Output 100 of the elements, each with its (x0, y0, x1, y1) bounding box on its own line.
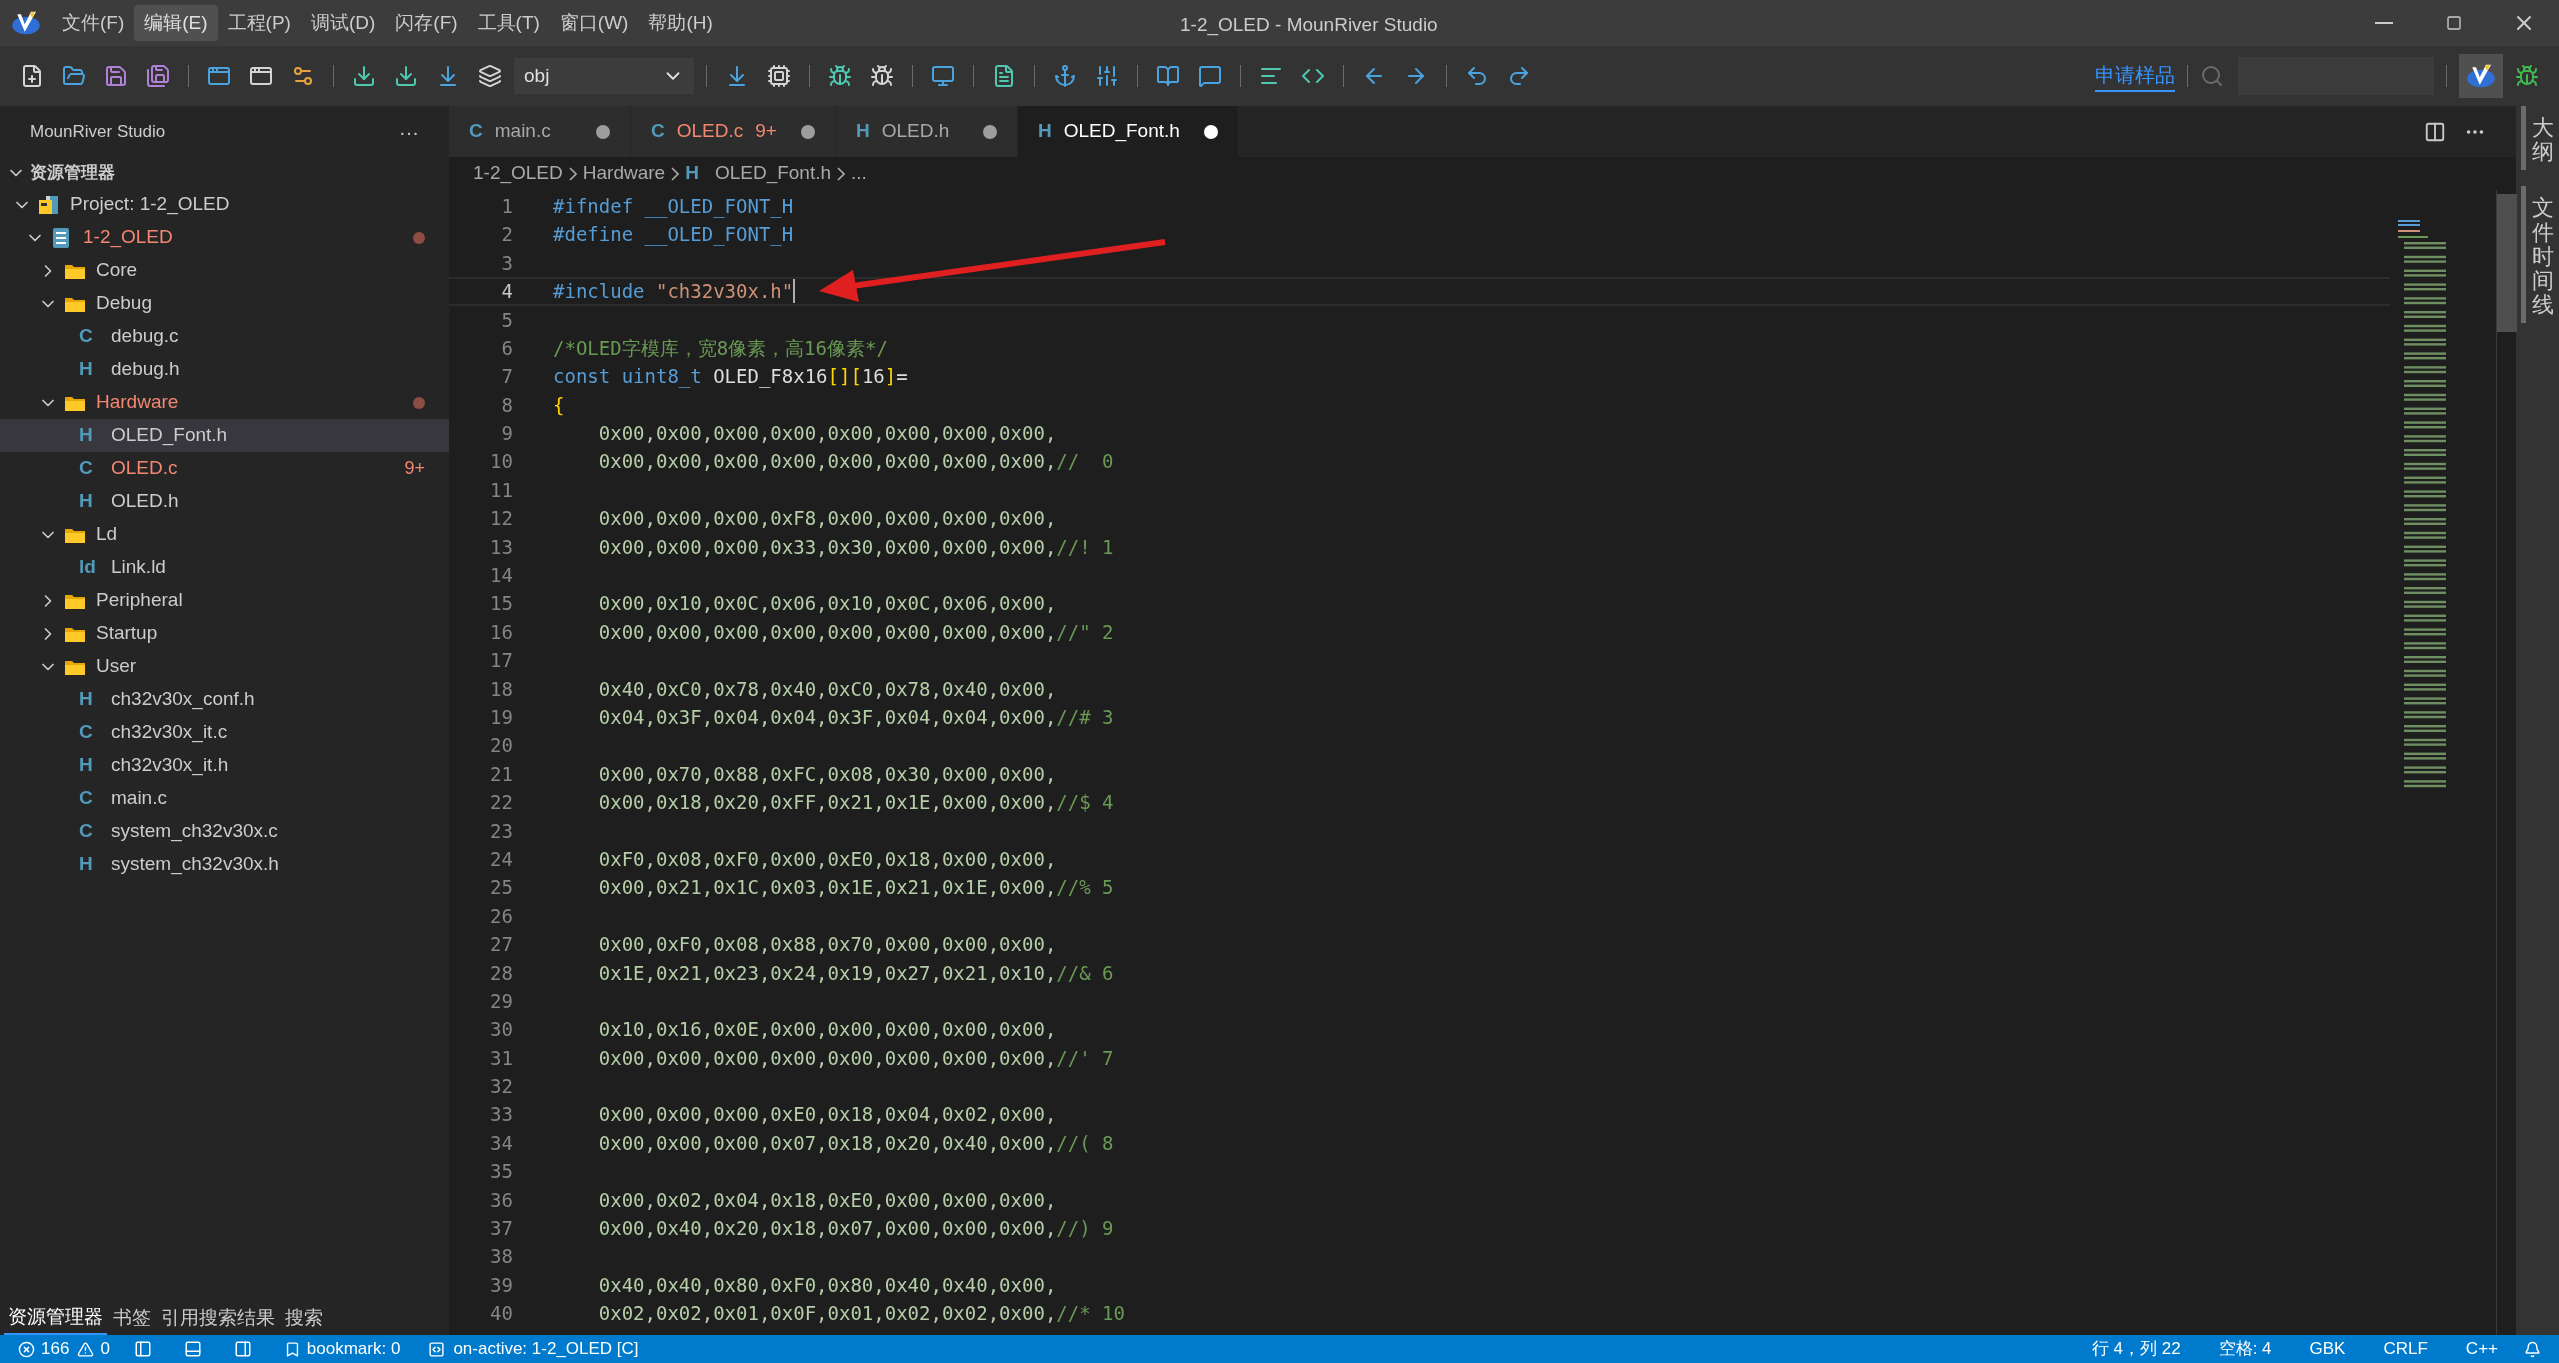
line-number: 30 (489, 1017, 513, 1043)
file-type-icon: H (79, 685, 93, 714)
editor-tab[interactable]: C OLED.c 9+ (631, 106, 836, 157)
editor-tab[interactable]: H OLED.h (835, 106, 1018, 157)
file-item[interactable]: C ch32v30x_it.c (0, 716, 449, 749)
status-item[interactable]: GBK (2297, 1336, 2358, 1362)
folder-item[interactable]: Project: 1-2_OLED (0, 188, 449, 221)
status-item[interactable]: CRLF (2371, 1336, 2440, 1362)
line-number: 38 (489, 1244, 513, 1270)
panel-right-icon[interactable] (233, 1340, 252, 1358)
file-type-icon: H (79, 487, 93, 516)
warning-count[interactable]: 0 (100, 1336, 110, 1362)
line-number: 1 (500, 193, 513, 219)
file-item[interactable]: C OLED.c 9+ (0, 452, 449, 485)
panel-tab[interactable]: 搜索 (281, 1301, 327, 1335)
folder-item[interactable]: Debug (0, 287, 449, 320)
project-icon (38, 194, 60, 215)
line-number: 29 (489, 988, 513, 1014)
folder-item[interactable]: Peripheral (0, 584, 449, 617)
code-line: 0x00,0x00,0x00,0x07,0x18,0x20,0x40,0x00,//( 8 (597, 1130, 1114, 1156)
breadcrumb-item[interactable]: 1-2_OLED (473, 159, 563, 188)
status-item[interactable]: 空格: 4 (2206, 1336, 2284, 1362)
menu-item[interactable]: 帮助(H) (638, 5, 723, 41)
file-item[interactable]: H OLED.h (0, 485, 449, 518)
menu-item[interactable]: 调试(D) (300, 5, 386, 41)
line-number: 32 (489, 1074, 513, 1100)
code-line: 0x00,0x00,0x00,0x00,0x00,0x00,0x00,0x00,//" 2 (597, 619, 1114, 645)
file-item[interactable]: C main.c (0, 782, 449, 815)
file-item[interactable]: H ch32v30x_it.h (0, 749, 449, 782)
breadcrumb-more[interactable]: ... (851, 159, 867, 188)
line-number: 35 (489, 1159, 513, 1185)
panel-bottom-icon[interactable] (183, 1340, 202, 1358)
panel-tab[interactable]: 书签 (109, 1301, 155, 1335)
folder-item[interactable]: Hardware (0, 386, 449, 419)
panel-left-icon[interactable] (133, 1340, 152, 1358)
code-line: 0x00,0x00,0x00,0x00,0x00,0x00,0x00,0x00,// 0 (597, 449, 1114, 475)
line-number: 7 (500, 364, 513, 390)
code-line: 0x00,0x00,0x00,0xF8,0x00,0x00,0x00,0x00, (597, 506, 1057, 532)
sample-link[interactable]: 申请样品 (2095, 60, 2175, 92)
section-header[interactable]: 资源管理器 (0, 157, 449, 188)
code-line: 0x00,0x21,0x1C,0x03,0x1E,0x21,0x1E,0x00,//% 5 (597, 875, 1114, 901)
status-item[interactable]: C++ (2453, 1336, 2510, 1362)
panel-tab[interactable]: 引用搜索结果 (157, 1301, 279, 1335)
line-number: 26 (489, 903, 513, 929)
scrollbar-thumb[interactable] (2497, 194, 2517, 332)
code-line: 0x00,0x18,0x20,0xFF,0x21,0x1E,0x00,0x00,//$ 4 (597, 790, 1114, 816)
menu-item[interactable]: 闪存(F) (385, 5, 468, 41)
line-number: 23 (489, 818, 513, 844)
menu-item[interactable]: 窗口(W) (549, 5, 639, 41)
folder-item[interactable]: Startup (0, 617, 449, 650)
breadcrumb-item[interactable]: Hardware (582, 159, 666, 188)
active-project-status[interactable]: on-active: 1-2_OLED [C] (453, 1336, 639, 1362)
line-number: 19 (489, 705, 513, 730)
status-item[interactable]: 行 4，列 22 (2079, 1336, 2193, 1362)
chevron-right-icon (671, 166, 680, 181)
config-select[interactable]: obj (514, 58, 694, 94)
folder-item[interactable]: Ld (0, 518, 449, 551)
menu-item[interactable]: 编辑(E) (134, 5, 218, 41)
code-line: 0x02,0x02,0x01,0x0F,0x01,0x02,0x02,0x00,//* 10 (597, 1301, 1125, 1327)
side-panel-tab[interactable]: 文件时间线 (2532, 186, 2554, 324)
line-number: 22 (489, 790, 513, 816)
file-type-icon: H (79, 850, 93, 879)
editor-tab[interactable]: H OLED_Font.h (1017, 106, 1239, 157)
folder-item[interactable]: 1-2_OLED (0, 221, 449, 254)
bookmark-status[interactable]: bookmark: 0 (306, 1336, 401, 1362)
line-number: 16 (489, 619, 513, 645)
search-icon (2200, 64, 2224, 88)
chevron-right-icon (837, 166, 846, 181)
item-label: Project: 1-2_OLED (70, 192, 230, 217)
item-label: ch32v30x_conf.h (111, 687, 255, 712)
breadcrumb-item[interactable]: OLED_Font.h (714, 159, 832, 188)
menu-item[interactable]: 工程(P) (217, 5, 301, 41)
menu-item[interactable]: 文件(F) (52, 5, 135, 41)
file-item[interactable]: C debug.c (0, 320, 449, 353)
file-item[interactable]: C system_ch32v30x.c (0, 815, 449, 848)
more-button[interactable]: ··· (399, 116, 419, 147)
line-number: 15 (489, 591, 513, 617)
line-number: 13 (489, 534, 513, 560)
line-number: 31 (489, 1045, 513, 1071)
split-editor-icon[interactable] (2424, 120, 2446, 143)
item-label: Ld (96, 522, 118, 547)
file-type-icon: C (79, 718, 93, 747)
error-count[interactable]: 166 (41, 1336, 70, 1362)
file-item[interactable]: H debug.h (0, 353, 449, 386)
item-label: Link.ld (111, 555, 166, 580)
folder-item[interactable]: User (0, 650, 449, 683)
editor-tab[interactable]: C main.c (449, 106, 631, 157)
code-line: 0x00,0x00,0x00,0x00,0x00,0x00,0x00,0x00, (597, 421, 1057, 447)
error-icon (18, 1340, 35, 1358)
file-item[interactable]: H OLED_Font.h (0, 419, 449, 452)
folder-item[interactable]: Core (0, 254, 449, 287)
line-number: 10 (489, 449, 513, 475)
side-panel-tab[interactable]: 大纲 (2532, 106, 2554, 171)
file-item[interactable]: ld Link.ld (0, 551, 449, 584)
menu-item[interactable]: 工具(T) (467, 5, 550, 41)
notification-icon[interactable] (2524, 1340, 2541, 1358)
code-line: 0x00,0x02,0x04,0x18,0xE0,0x00,0x00,0x00, (597, 1187, 1057, 1213)
file-item[interactable]: H system_ch32v30x.h (0, 848, 449, 881)
file-item[interactable]: H ch32v30x_conf.h (0, 683, 449, 716)
logo-button[interactable] (2459, 54, 2503, 98)
